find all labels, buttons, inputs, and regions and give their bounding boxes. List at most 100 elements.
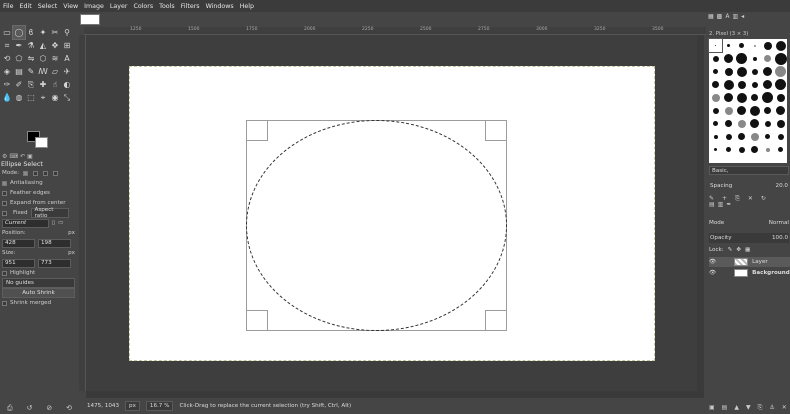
- shrink-merged-checkbox[interactable]: [2, 300, 7, 306]
- cage-icon[interactable]: ⬡: [37, 52, 49, 65]
- dock-menu-icon[interactable]: ◂: [741, 13, 744, 22]
- landscape-icon[interactable]: ▭: [58, 220, 63, 226]
- save-preset-icon[interactable]: ⎙: [7, 404, 13, 413]
- warp-icon[interactable]: ≋: [49, 52, 61, 65]
- patterns-tab-icon[interactable]: ▩: [717, 13, 723, 22]
- menu-tools[interactable]: Tools: [159, 3, 175, 10]
- brush-tag-combo[interactable]: Basic,: [709, 166, 789, 175]
- shrink-merged-row[interactable]: Shrink merged: [0, 298, 79, 308]
- image-tab-thumbnail[interactable]: [80, 14, 100, 25]
- brush-swatch[interactable]: [774, 78, 787, 91]
- brush-swatch[interactable]: [735, 65, 748, 78]
- menu-windows[interactable]: Windows: [206, 3, 234, 10]
- brush-swatch[interactable]: [748, 117, 761, 130]
- channels-tab-icon[interactable]: ▥: [718, 201, 724, 208]
- brush-swatch[interactable]: [774, 39, 787, 52]
- brush-swatch[interactable]: [761, 143, 774, 156]
- lock-pixels-icon[interactable]: ✎: [728, 247, 733, 253]
- brush-swatch[interactable]: [761, 117, 774, 130]
- menu-colors[interactable]: Colors: [133, 3, 153, 10]
- smudge-icon[interactable]: ☝: [49, 78, 61, 91]
- paintbrush-icon[interactable]: ꟿ: [37, 65, 49, 78]
- blur-icon[interactable]: 💧: [1, 91, 13, 104]
- rect-select-icon[interactable]: ▭: [1, 26, 13, 39]
- brush-swatch[interactable]: [708, 38, 723, 53]
- heal-icon[interactable]: ✚: [37, 78, 49, 91]
- scale-icon[interactable]: ⤡: [61, 91, 73, 104]
- brush-swatch[interactable]: [722, 104, 735, 117]
- clone-icon[interactable]: ⎘: [25, 78, 37, 91]
- brush-swatch[interactable]: [735, 52, 748, 65]
- layers-tab-icon[interactable]: ▤: [709, 201, 715, 208]
- pencil-icon[interactable]: ✎: [25, 65, 37, 78]
- brush-swatch[interactable]: [761, 104, 774, 117]
- antialiasing-checkbox[interactable]: [2, 180, 7, 186]
- menu-help[interactable]: Help: [240, 3, 254, 10]
- menu-layer[interactable]: Layer: [110, 3, 128, 10]
- mode-subtract-button[interactable]: [43, 170, 49, 176]
- brush-swatch[interactable]: [748, 52, 761, 65]
- gradient-icon[interactable]: ▤: [13, 65, 25, 78]
- scissors-select-icon[interactable]: ✂: [49, 26, 61, 39]
- paths-icon[interactable]: ✒: [13, 39, 25, 52]
- gradients-tab-icon[interactable]: ▥: [732, 13, 738, 22]
- mypaint-brush-icon[interactable]: ✐: [13, 78, 25, 91]
- bucket-fill-icon[interactable]: ◈: [1, 65, 13, 78]
- brush-swatch[interactable]: [761, 65, 774, 78]
- horizontal-scrollbar[interactable]: [86, 391, 704, 398]
- brush-swatch[interactable]: [722, 130, 735, 143]
- brush-swatch[interactable]: [761, 39, 774, 52]
- fixed-value-field[interactable]: Current: [2, 218, 49, 228]
- new-layer-icon[interactable]: ▣: [709, 404, 715, 412]
- canvas-area[interactable]: [86, 35, 704, 391]
- brush-swatch[interactable]: [748, 39, 761, 52]
- brush-swatch[interactable]: [761, 52, 774, 65]
- eraser-icon[interactable]: ▱: [49, 65, 61, 78]
- align-icon[interactable]: ⊞: [61, 39, 73, 52]
- brush-swatch[interactable]: [722, 39, 735, 52]
- brush-swatch[interactable]: [709, 143, 722, 156]
- portrait-icon[interactable]: ▯: [52, 220, 55, 226]
- menu-image[interactable]: Image: [84, 3, 104, 10]
- brushes-tab-icon[interactable]: ▦: [708, 13, 714, 22]
- brush-swatch[interactable]: [761, 78, 774, 91]
- spacing-slider[interactable]: Spacing 20.0: [709, 181, 789, 191]
- auto-shrink-button[interactable]: Auto Shrink: [2, 288, 75, 298]
- vertical-ruler[interactable]: [79, 35, 86, 391]
- color-icon[interactable]: ◉: [49, 91, 61, 104]
- bottom-right-handle[interactable]: [485, 310, 507, 331]
- brush-swatch[interactable]: [722, 78, 735, 91]
- restore-preset-icon[interactable]: ↺: [27, 404, 33, 412]
- mode-replace-button[interactable]: [23, 170, 29, 176]
- ellipse-select-icon[interactable]: ◯: [12, 25, 26, 40]
- brush-swatch[interactable]: [748, 143, 761, 156]
- layer-row[interactable]: 👁 Layer: [709, 257, 790, 267]
- brush-swatch[interactable]: [774, 143, 787, 156]
- layer-mode-combo[interactable]: Normal: [769, 220, 789, 226]
- highlight-row[interactable]: Highlight: [0, 268, 79, 278]
- delete-preset-icon[interactable]: ⊘: [46, 404, 52, 412]
- ink-icon[interactable]: ✑: [1, 78, 13, 91]
- brush-swatch[interactable]: [748, 78, 761, 91]
- brush-swatch[interactable]: [735, 143, 748, 156]
- menu-view[interactable]: View: [63, 3, 78, 10]
- brush-swatch[interactable]: [735, 104, 748, 117]
- brush-swatch[interactable]: [748, 104, 761, 117]
- fuzzy-select-icon[interactable]: ✦: [37, 26, 49, 39]
- brush-swatch[interactable]: [722, 117, 735, 130]
- anchor-layer-icon[interactable]: ⚓: [769, 404, 774, 412]
- raise-layer-icon[interactable]: ▲: [734, 404, 739, 412]
- brush-swatch[interactable]: [735, 39, 748, 52]
- vertical-scrollbar[interactable]: [697, 35, 704, 391]
- zoom-combo[interactable]: 16.7 %: [145, 401, 174, 411]
- brush-swatch[interactable]: [774, 65, 787, 78]
- brush-swatch[interactable]: [735, 91, 748, 104]
- position-unit[interactable]: px: [68, 230, 75, 236]
- brush-swatch[interactable]: [709, 65, 722, 78]
- menu-edit[interactable]: Edit: [20, 3, 32, 10]
- brush-swatch[interactable]: [748, 65, 761, 78]
- move-icon[interactable]: ✥: [49, 39, 61, 52]
- fixed-combo[interactable]: Aspect ratio: [30, 207, 69, 219]
- paths-tab-icon[interactable]: ✒: [726, 201, 731, 208]
- position-y-field[interactable]: 198: [38, 238, 71, 248]
